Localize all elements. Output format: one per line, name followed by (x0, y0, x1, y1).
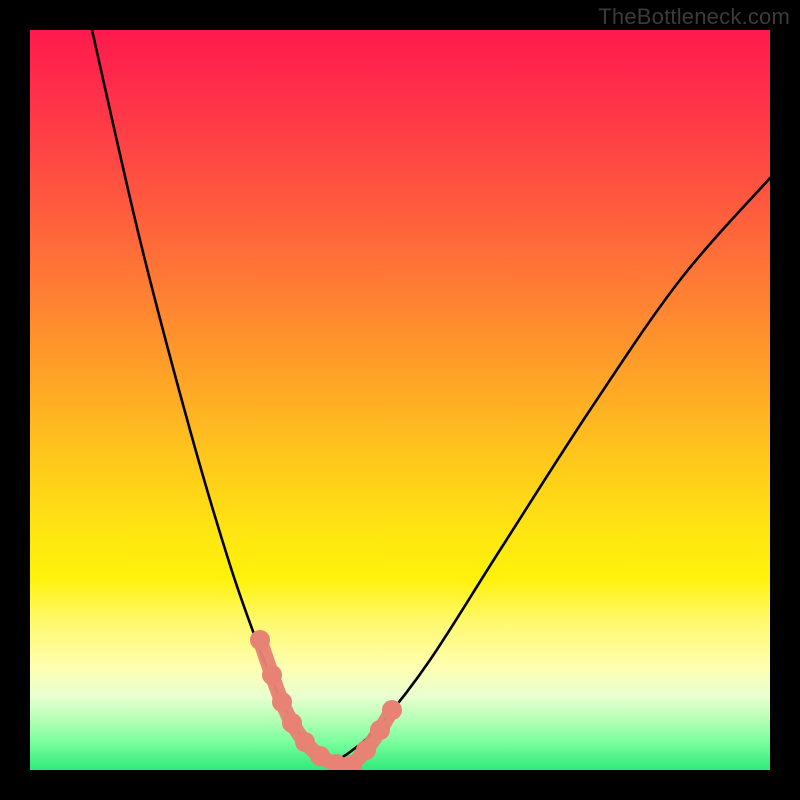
curve-right (328, 178, 770, 765)
watermark-text: TheBottleneck.com (598, 4, 790, 30)
chart-frame (30, 30, 770, 770)
chart-svg (30, 30, 770, 770)
highlight-left (250, 630, 362, 770)
highlight-right (342, 700, 402, 770)
curve-left (92, 30, 328, 765)
